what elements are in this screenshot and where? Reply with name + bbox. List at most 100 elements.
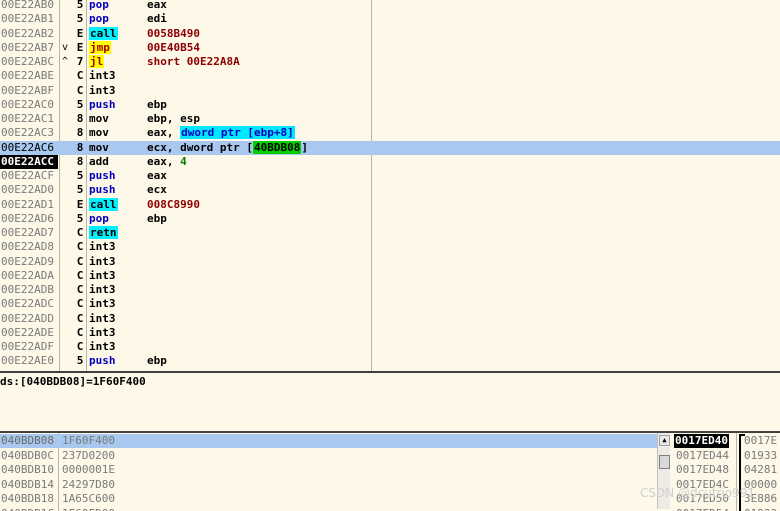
mnemonic-text: int3 <box>89 297 116 310</box>
disasm-row[interactable]: 00E22AD1Ecall008C8990 <box>0 198 780 212</box>
operand-part: edi <box>147 12 167 25</box>
disasm-row[interactable]: 00E22ADCCint3 <box>0 297 780 311</box>
mnemonic-text: int3 <box>89 84 116 97</box>
instruction-address: 00E22AC6 <box>1 141 59 155</box>
watermark: CSDN @dcutrjo991 <box>640 486 755 500</box>
mnemonic-text: int3 <box>89 326 116 339</box>
instruction-mnemonic: int3 <box>89 269 116 283</box>
operand-part: 008C8990 <box>147 198 200 211</box>
instruction-address: 00E22AB1 <box>1 12 59 26</box>
mnemonic-text: call <box>89 198 118 211</box>
instruction-size: 5 <box>74 0 86 12</box>
instruction-address: 00E22AD7 <box>1 226 59 240</box>
mnemonic-text: push <box>89 169 116 182</box>
disasm-row[interactable]: 00E22ADACint3 <box>0 269 780 283</box>
disassembly-pane[interactable]: 00E22AB05popeax00E22AB15popedi00E22AB2Ec… <box>0 0 780 371</box>
disasm-row[interactable]: 00E22AB2Ecall0058B490 <box>0 27 780 41</box>
stack-value: 01933 <box>744 449 777 463</box>
scroll-thumb[interactable] <box>659 455 670 469</box>
disasm-row[interactable]: 00E22ABFCint3 <box>0 84 780 98</box>
disasm-row[interactable]: 00E22AD7Cretn <box>0 226 780 240</box>
instruction-mnemonic: int3 <box>89 255 116 269</box>
instruction-address: 00E22ABC <box>1 55 59 69</box>
stack-row[interactable]: 0017ED4804281 <box>670 463 780 477</box>
instruction-operand: ebp, esp <box>147 112 200 126</box>
disasm-row[interactable]: 00E22ACF5pusheax <box>0 169 780 183</box>
instruction-size: C <box>74 240 86 254</box>
dump-row[interactable]: 040BDB1424297D80 <box>0 478 657 492</box>
stack-address: 0017ED44 <box>676 449 729 463</box>
triangle-up-icon: ▲ <box>662 436 666 444</box>
disasm-row[interactable]: 00E22AD0 5push ecx <box>0 183 780 197</box>
disasm-row[interactable]: 00E22ADD Cint3 <box>0 312 780 326</box>
instruction-size: E <box>74 198 86 212</box>
disasm-row[interactable]: 00E22AB7vEjmp00E40B54 <box>0 41 780 55</box>
disasm-row[interactable]: 00E22ADBCint3 <box>0 283 780 297</box>
disasm-row[interactable]: 00E22AE05pushebp <box>0 354 780 368</box>
disasm-row[interactable]: 00E22ABECint3 <box>0 69 780 83</box>
instruction-size: C <box>74 69 86 83</box>
disasm-row[interactable]: 00E22AC18movebp, esp <box>0 112 780 126</box>
disasm-row[interactable]: 00E22AD65popebp <box>0 212 780 226</box>
instruction-address: 00E22AD6 <box>1 212 59 226</box>
instruction-size: 8 <box>74 112 86 126</box>
instruction-address: 00E22AC3 <box>1 126 59 140</box>
instruction-operand: eax, dword ptr [ebp+8] <box>147 126 295 140</box>
disasm-row[interactable]: 00E22AD9Cint3 <box>0 255 780 269</box>
operand-part: ] <box>301 141 308 154</box>
operand-part: 4 <box>180 155 187 168</box>
instruction-mnemonic: int3 <box>89 297 116 311</box>
stack-row[interactable]: 0017ED400017E <box>670 434 780 448</box>
instruction-mnemonic: int3 <box>89 312 116 326</box>
instruction-size: 5 <box>74 354 86 368</box>
instruction-size: C <box>74 340 86 354</box>
disasm-row[interactable]: 00E22ACC8addeax, 4 <box>0 155 780 169</box>
disasm-row[interactable]: 00E22ADFCint3 <box>0 340 780 354</box>
stack-row[interactable]: 0017ED44 01933 <box>670 449 780 463</box>
instruction-operand: eax, 4 <box>147 155 187 169</box>
operand-part: short 00E22A8A <box>147 55 240 68</box>
operand-part: ebp <box>147 98 167 111</box>
mnemonic-text: push <box>89 98 116 111</box>
instruction-address: 00E22AB7 <box>1 41 59 55</box>
instruction-address: 00E22ADD <box>1 312 59 326</box>
dump-address: 040BDB0C <box>1 449 54 463</box>
operand-part: ebp, esp <box>147 112 200 125</box>
instruction-size: 8 <box>74 155 86 169</box>
mnemonic-text: int3 <box>89 283 116 296</box>
dump-row[interactable]: 040BDB0C237D0200 <box>0 449 657 463</box>
disasm-row[interactable]: 00E22AB15popedi <box>0 12 780 26</box>
instruction-mnemonic: int3 <box>89 340 116 354</box>
instruction-operand: 0058B490 <box>147 27 200 41</box>
scroll-up-button[interactable]: ▲ <box>659 435 670 446</box>
operand-part: ecx <box>147 183 167 196</box>
instruction-size: 7 <box>74 55 86 69</box>
dump-row[interactable]: 040BDB181A65C600 <box>0 492 657 506</box>
instruction-mnemonic: push <box>89 183 116 197</box>
dump-row[interactable]: 040BDB100000001E <box>0 463 657 477</box>
instruction-size: E <box>74 27 86 41</box>
instruction-address: 00E22AB0 <box>1 0 59 12</box>
disasm-row[interactable]: 00E22ABC^7jlshort 00E22A8A <box>0 55 780 69</box>
instruction-address: 00E22AD0 <box>1 183 59 197</box>
instruction-size: C <box>74 312 86 326</box>
disasm-row[interactable]: 00E22AD8Cint3 <box>0 240 780 254</box>
memory-dump-pane[interactable]: 040BDB081F60F400040BDB0C237D0200040BDB10… <box>0 431 670 511</box>
instruction-mnemonic: jmp <box>89 41 111 55</box>
instruction-size: 5 <box>74 212 86 226</box>
disasm-row[interactable]: 00E22AB05popeax <box>0 0 780 12</box>
stack-address: 0017ED48 <box>676 463 729 477</box>
mnemonic-text: jmp <box>89 41 111 54</box>
disasm-row[interactable]: 00E22AC05pushebp <box>0 98 780 112</box>
info-pane: ds:[040BDB08]=1F60F400 <box>0 371 780 433</box>
disasm-row[interactable]: 00E22AC38moveax, dword ptr [ebp+8] <box>0 126 780 140</box>
instruction-size: C <box>74 326 86 340</box>
instruction-mnemonic: push <box>89 98 116 112</box>
disasm-row[interactable]: 00E22AC68movecx, dword ptr [40BDB08] <box>0 141 780 155</box>
instruction-size: 8 <box>74 126 86 140</box>
disasm-row[interactable]: 00E22ADECint3 <box>0 326 780 340</box>
instruction-size: 5 <box>74 183 86 197</box>
dump-address: 040BDB10 <box>1 463 54 477</box>
dump-row[interactable]: 040BDB081F60F400 <box>0 434 657 448</box>
info-text: ds:[040BDB08]=1F60F400 <box>0 375 146 388</box>
